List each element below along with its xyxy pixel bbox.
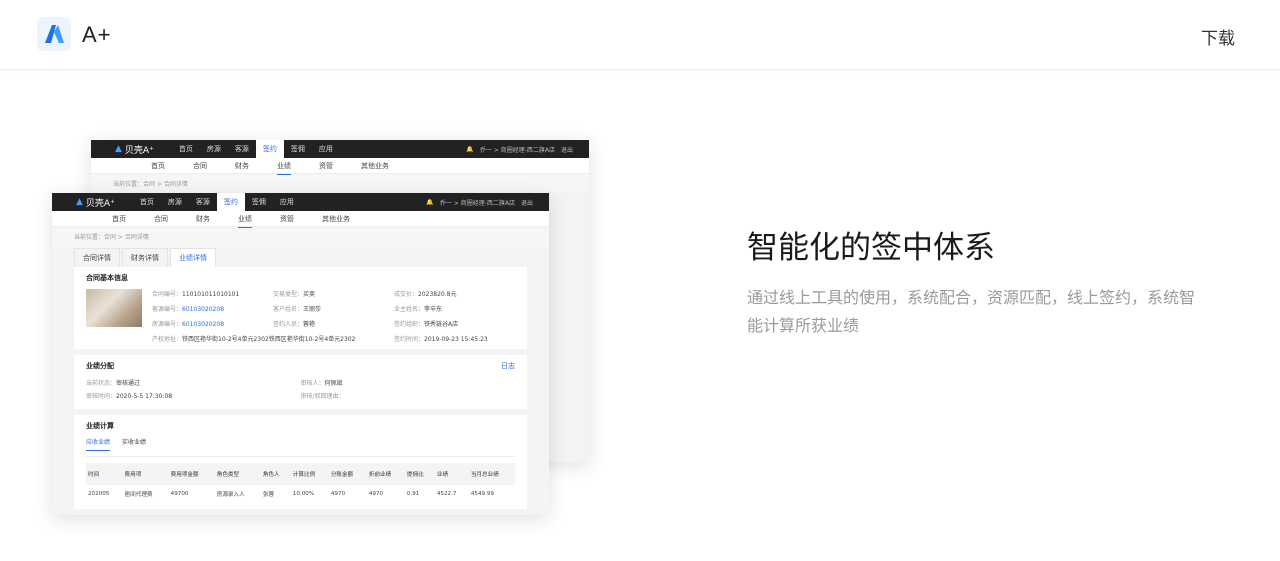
mockup-nav: 签佣: [290, 145, 305, 153]
table-cell: 房源录入人: [216, 492, 245, 498]
mockup-subnav: 财务: [235, 161, 249, 170]
mockup-nav: 房源: [206, 145, 221, 153]
house-photo: [86, 289, 142, 327]
table-cell: 4970: [368, 491, 384, 497]
table-header-cell: 折前业绩: [366, 463, 405, 485]
table-header-cell: 时间: [86, 463, 123, 485]
mockup-tab: 财务详情: [122, 248, 168, 267]
mockup-nav: 应用: [318, 145, 333, 153]
mockup-brand: ▲ 贝壳A⁺: [115, 144, 154, 156]
table-cell: 202005: [88, 491, 110, 497]
table-row: 202005 居间代理费 49700 房源录入人 张蓉 10.00% 4970 4970 0.9…: [86, 485, 515, 503]
mockup-subnav: 首页: [151, 161, 165, 170]
mockup-logout: 退出: [520, 199, 533, 207]
mockup-nav: 签佣: [251, 198, 266, 206]
app-logo[interactable]: [37, 17, 71, 51]
table-header-cell: 业绩: [434, 463, 469, 485]
mockup-user: 乔一 > 商圈经理-西二旗A店: [439, 199, 515, 207]
card-title: 合同基本信息: [86, 274, 128, 282]
mockup-nav: 首页: [178, 145, 193, 153]
mockup-nav: 应用: [279, 198, 294, 206]
mockup-brand: ▲ 贝壳A⁺: [76, 197, 115, 209]
table-cell: 49700: [170, 491, 189, 497]
table-header-cell: 角色类型: [214, 463, 261, 485]
mockup-basic-info-card: 合同基本信息 合同编号：110101011010101 交易类型：买卖 成交价：…: [74, 267, 527, 349]
table-header-cell: 提佣比: [404, 463, 435, 485]
table-header-cell: 费用项金额: [168, 463, 215, 485]
mockup-subnav: 财务: [196, 214, 210, 223]
table-header-cell: 角色人: [260, 463, 291, 485]
bell-icon: 🔔: [426, 198, 434, 206]
table-cell: 4970: [330, 491, 346, 497]
table-cell: 4522.7: [436, 491, 457, 497]
mockup-subnav: 合同: [154, 214, 168, 223]
mockup-subnav: 资管: [319, 161, 333, 170]
mockup-tab: 业绩详情: [170, 248, 216, 267]
mockup-subnav: 其他业务: [322, 214, 350, 223]
feature-title: 智能化的签中体系: [747, 230, 995, 266]
mockup-breadcrumb: 当前位置：合同 > 合同详情: [91, 174, 589, 193]
mockup-calc-card: 业绩计算 应收业绩 实收业绩 时间 费用项 费用项金额 角色类型 角色人 计算比例 分账金额…: [74, 415, 527, 509]
mockup-nav: 签约: [216, 193, 245, 211]
perf-table: 时间 费用项 费用项金额 角色类型 角色人 计算比例 分账金额 折前业绩 提佣比 业绩 当月总业绩 …: [86, 463, 515, 503]
bell-icon: 🔔: [466, 145, 474, 153]
mockup-subnav: 合同: [193, 161, 207, 170]
table-cell: 张蓉: [262, 492, 275, 498]
table-cell: 10.00%: [292, 491, 315, 497]
table-header-cell: 分账金额: [328, 463, 367, 485]
mockup-front-screenshot: ▲ 贝壳A⁺ 首页 房源 客源 签约 签佣 应用 🔔 乔一 > 商圈经理-西二旗A店…: [52, 193, 549, 515]
top-header: A+ 下载: [0, 0, 1280, 70]
mockup-subnav: 其他业务: [361, 161, 389, 170]
table-header-cell: 计算比例: [290, 463, 329, 485]
table-header-cell: 费用项: [122, 463, 169, 485]
log-link: 日志: [501, 362, 515, 370]
mockup-nav: 首页: [139, 198, 154, 206]
mockup-subnav: 业绩: [238, 214, 252, 228]
mockup-user: 乔一 > 商圈经理-西二旗A店: [479, 146, 555, 154]
mockup-tab: 合同详情: [74, 248, 120, 267]
mockup-subnav: 业绩: [277, 161, 291, 175]
table-cell: 居间代理费: [124, 492, 153, 498]
table-header-cell: 当月总业绩: [468, 463, 515, 485]
mockup-nav: 客源: [195, 198, 210, 206]
calc-subtab: 实收业绩: [122, 439, 147, 446]
mockup-breadcrumb: 当前位置：合同 > 合同详情: [52, 227, 549, 246]
logo-a-icon: [45, 25, 64, 43]
mockup-subnav: 资管: [280, 214, 294, 223]
feature-description: 通过线上工具的使用，系统配合，资源匹配，线上签约，系统智能计算所获业绩: [747, 288, 1196, 335]
app-name: A+: [82, 22, 112, 47]
mockup-logout: 退出: [560, 146, 573, 154]
mockup-nav: 客源: [234, 145, 249, 153]
download-link[interactable]: 下载: [1201, 24, 1235, 49]
mockup-nav: 房源: [167, 198, 182, 206]
mockup-nav: 签约: [255, 140, 284, 158]
calc-subtab: 应收业绩: [86, 437, 111, 451]
mockup-allocation-card: 业绩分配 日志 当前状态：审核通过 审核人：何佩斌 审核时间：2020-5-5 1…: [74, 355, 527, 409]
table-cell: 0.91: [406, 491, 420, 497]
mockup-subnav: 首页: [112, 214, 126, 223]
table-cell: 4549.99: [470, 491, 494, 497]
